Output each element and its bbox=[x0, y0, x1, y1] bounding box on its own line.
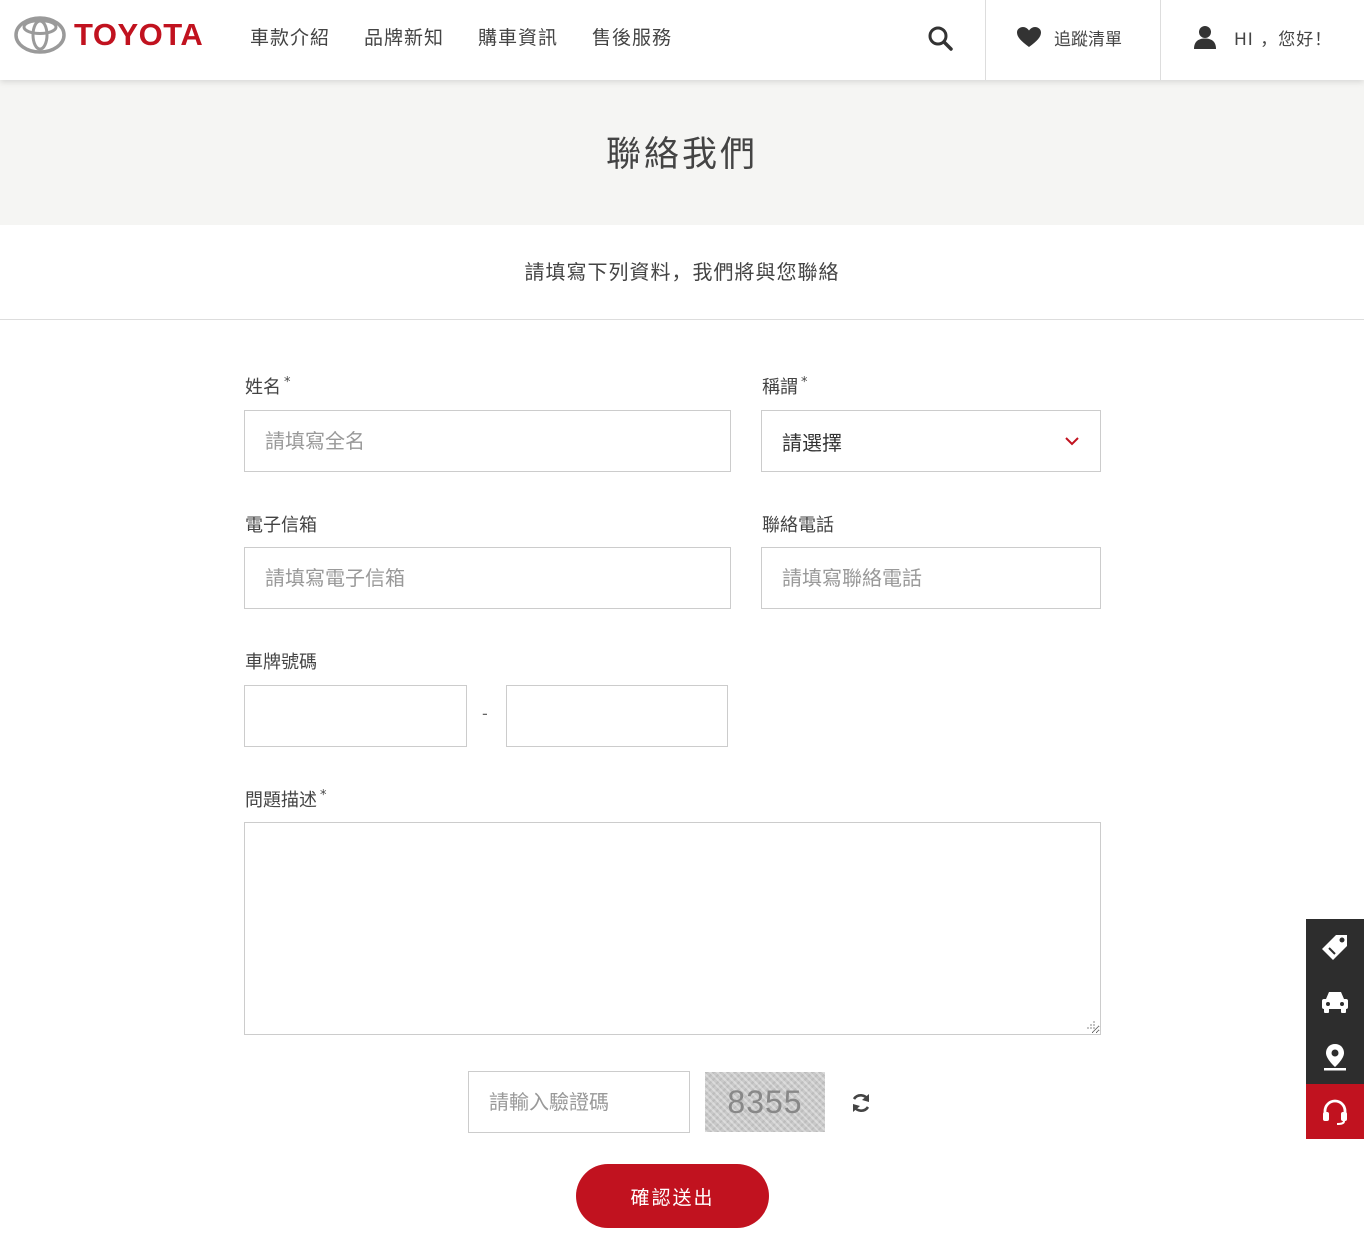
form-intro: 請填寫下列資料，我們將與您聯絡 bbox=[524, 260, 840, 284]
user-menu[interactable]: HI ，您好！ bbox=[1192, 22, 1332, 52]
phone-label: 聯絡電話 bbox=[762, 511, 834, 537]
phone-label-text: 聯絡電話 bbox=[762, 515, 834, 536]
site-header: TOYOTA 車款介紹 品牌新知 購車資訊 售後服務 追蹤清單 HI ，您好！ bbox=[0, 0, 1364, 80]
brand-wordmark: TOYOTA bbox=[74, 17, 204, 52]
plate-label: 車牌號碼 bbox=[245, 648, 317, 674]
search-icon[interactable] bbox=[926, 24, 954, 52]
side-location-button[interactable] bbox=[1306, 1029, 1364, 1084]
main-nav: 車款介紹 品牌新知 購車資訊 售後服務 bbox=[250, 0, 706, 72]
nav-item-models[interactable]: 車款介紹 bbox=[250, 23, 330, 50]
description-label: 問題描述 * bbox=[245, 786, 327, 812]
phone-input[interactable] bbox=[761, 547, 1101, 609]
side-contact-button[interactable] bbox=[1306, 1084, 1364, 1139]
side-toolbar bbox=[1306, 919, 1364, 1139]
plate-suffix-input[interactable] bbox=[506, 685, 728, 747]
resize-grip-icon[interactable] bbox=[1086, 1020, 1096, 1030]
headset-icon bbox=[1323, 1099, 1347, 1125]
page-title: 聯絡我們 bbox=[605, 135, 758, 175]
plate-label-text: 車牌號碼 bbox=[245, 652, 317, 673]
email-label: 電子信箱 bbox=[245, 511, 317, 537]
plate-separator: - bbox=[482, 704, 488, 723]
captcha-code: 8355 bbox=[727, 1083, 803, 1120]
title-label: 稱謂 * bbox=[762, 373, 808, 399]
name-label-text: 姓名 bbox=[245, 377, 281, 398]
location-pin-icon bbox=[1324, 1043, 1346, 1070]
nav-item-news[interactable]: 品牌新知 bbox=[364, 23, 444, 50]
name-input[interactable] bbox=[244, 410, 731, 472]
required-mark: * bbox=[320, 788, 327, 803]
user-greeting: HI ，您好！ bbox=[1234, 29, 1333, 50]
description-label-text: 問題描述 bbox=[245, 790, 317, 811]
email-label-text: 電子信箱 bbox=[245, 515, 317, 536]
email-input[interactable] bbox=[244, 547, 731, 609]
toyota-logo[interactable]: TOYOTA bbox=[14, 15, 203, 55]
nav-item-purchase-info[interactable]: 購車資訊 bbox=[478, 23, 558, 50]
captcha-input[interactable] bbox=[468, 1071, 690, 1133]
refresh-icon[interactable] bbox=[849, 1091, 873, 1115]
side-car-button[interactable] bbox=[1306, 974, 1364, 1029]
side-offers-button[interactable] bbox=[1306, 919, 1364, 974]
header-divider bbox=[1160, 0, 1161, 80]
wishlist-label: 追蹤清單 bbox=[1054, 29, 1122, 50]
captcha-image: 8355 bbox=[705, 1072, 825, 1132]
heart-icon bbox=[1017, 27, 1041, 47]
submit-button[interactable]: 確認送出 bbox=[576, 1164, 769, 1228]
page-banner: 聯絡我們 bbox=[0, 80, 1364, 225]
title-select-value: 請選擇 bbox=[782, 430, 842, 455]
nav-item-after-sales[interactable]: 售後服務 bbox=[592, 23, 672, 50]
description-textarea[interactable] bbox=[244, 822, 1101, 1035]
name-label: 姓名 * bbox=[245, 373, 291, 399]
title-select[interactable]: 請選擇 bbox=[761, 410, 1101, 472]
chevron-down-icon bbox=[1065, 437, 1079, 446]
toyota-emblem-icon bbox=[14, 16, 66, 54]
wishlist-link[interactable]: 追蹤清單 bbox=[1016, 22, 1122, 52]
section-divider bbox=[0, 319, 1364, 320]
plate-prefix-input[interactable] bbox=[244, 685, 467, 747]
required-mark: * bbox=[284, 375, 291, 390]
header-divider bbox=[985, 0, 986, 80]
required-mark: * bbox=[801, 375, 808, 390]
title-label-text: 稱謂 bbox=[762, 377, 798, 398]
car-icon bbox=[1322, 991, 1348, 1013]
user-icon bbox=[1194, 26, 1216, 49]
price-tag-icon bbox=[1322, 934, 1347, 960]
